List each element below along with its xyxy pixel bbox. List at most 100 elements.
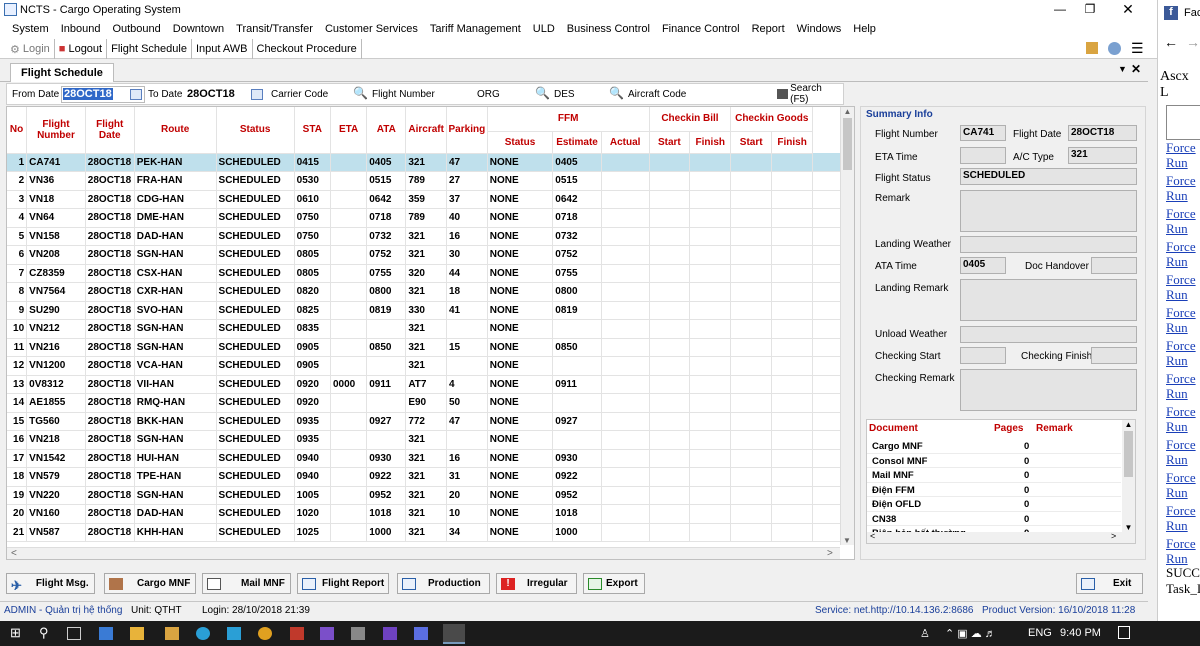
col-header-aircraft[interactable]: Aircraft (405, 107, 447, 154)
mail-mnf-button[interactable]: Mail MNF (202, 573, 291, 594)
summary-checking-finish[interactable] (1091, 347, 1137, 364)
col-header-ffm[interactable]: FFM (487, 107, 650, 132)
table-row[interactable]: 14 AE1855 28OCT18 RMQ-HAN SCHEDULED 0920 E90 50… (7, 393, 854, 413)
menu-downtown[interactable]: Downtown (173, 20, 224, 39)
table-row[interactable]: 16 VN218 28OCT18 SGN-HAN SCHEDULED 0935 321 NON… (7, 430, 854, 450)
col-header-estimate[interactable]: Estimate (552, 131, 602, 154)
irregular-button[interactable]: ! Irregular (496, 573, 577, 594)
run-link[interactable]: Run (1158, 188, 1200, 203)
tab-close-icon[interactable]: ✕ (1131, 62, 1141, 76)
force-run-link[interactable]: Force (1158, 536, 1200, 551)
force-run-link[interactable]: Force (1158, 140, 1200, 155)
col-header-actual[interactable]: Actual (601, 131, 650, 154)
flight-schedule-button[interactable]: Flight Schedule (107, 39, 192, 59)
horizontal-scrollbar[interactable]: < > (7, 547, 840, 559)
skype-icon[interactable] (196, 627, 210, 640)
calendar-icon[interactable] (251, 89, 263, 100)
maximize-button[interactable]: ❐ (1072, 0, 1108, 20)
force-run-link[interactable]: Force (1158, 503, 1200, 518)
col-header-status[interactable]: Status (216, 107, 295, 154)
force-run-link[interactable]: Force (1158, 371, 1200, 386)
force-run-link[interactable]: Force (1158, 437, 1200, 452)
run-link[interactable]: Run (1158, 419, 1200, 434)
flight-number-label[interactable]: Flight Number (372, 89, 435, 100)
document-row[interactable]: Điện OFLD 0 (867, 497, 1121, 512)
table-row[interactable]: 19 VN220 28OCT18 SGN-HAN SCHEDULED 1005 0952 32… (7, 486, 854, 505)
mail-app-icon[interactable] (99, 627, 113, 640)
summary-ata-time[interactable]: 0405 (960, 257, 1006, 274)
table-row[interactable]: 3 VN18 28OCT18 CDG-HAN SCHEDULED 0610 0642 359 3… (7, 190, 854, 209)
forward-icon[interactable]: → (1186, 34, 1200, 50)
force-run-link[interactable]: Force (1158, 173, 1200, 188)
col-header-flight-date[interactable]: Flight Date (85, 107, 135, 154)
documents-horizontal-scrollbar[interactable]: < > (867, 531, 1135, 543)
table-row[interactable]: 6 VN208 28OCT18 SGN-HAN SCHEDULED 0805 0752 321… (7, 245, 854, 265)
settings-icon[interactable] (1108, 42, 1121, 55)
run-link[interactable]: Run (1158, 452, 1200, 467)
tab-list-dropdown-icon[interactable]: ▼ (1118, 64, 1127, 74)
menu-help[interactable]: Help (853, 20, 876, 39)
doc-header-document[interactable]: Document (869, 423, 918, 434)
menu-outbound[interactable]: Outbound (112, 20, 160, 39)
vertical-scrollbar[interactable]: ▲ ▼ (840, 107, 854, 545)
checkout-procedure-button[interactable]: Checkout Procedure (253, 39, 362, 59)
force-run-link[interactable]: Force (1158, 305, 1200, 320)
visual-studio-code-icon[interactable] (383, 627, 397, 640)
document-row[interactable]: CN38 0 (867, 512, 1121, 526)
table-row[interactable]: 20 VN160 28OCT18 DAD-HAN SCHEDULED 1020 1018 32… (7, 504, 854, 524)
search-button[interactable]: Search (F5) (777, 83, 839, 105)
input-language[interactable]: ENG (1028, 627, 1052, 639)
explorer-folder-icon[interactable] (165, 627, 179, 640)
force-run-link[interactable]: Force (1158, 206, 1200, 221)
summary-landing-remark[interactable] (960, 279, 1137, 321)
col-header-bill-finish[interactable]: Finish (689, 131, 732, 154)
col-header-goods-start[interactable]: Start (730, 131, 773, 154)
summary-eta-time[interactable] (960, 147, 1006, 164)
summary-landing-weather[interactable] (960, 236, 1137, 253)
run-link[interactable]: Run (1158, 551, 1200, 566)
force-run-link[interactable]: Force (1158, 404, 1200, 419)
scroll-thumb[interactable] (1124, 431, 1133, 477)
scroll-up-icon[interactable]: ▲ (1122, 420, 1135, 429)
menu-uld[interactable]: ULD (533, 20, 555, 39)
scroll-down-icon[interactable]: ▼ (1122, 523, 1135, 532)
carrier-code-label[interactable]: Carrier Code (271, 89, 328, 100)
table-row[interactable]: 4 VN64 28OCT18 DME-HAN SCHEDULED 0750 0718 789 4… (7, 208, 854, 228)
table-row[interactable]: 1 CA741 28OCT18 PEK-HAN SCHEDULED 0415 0405 321… (7, 153, 854, 172)
notification-icon[interactable] (1118, 626, 1130, 639)
col-header-checkin-goods[interactable]: Checkin Goods (730, 107, 814, 132)
to-date-field[interactable]: 28OCT18 (187, 88, 235, 100)
scroll-up-icon[interactable]: ▲ (841, 107, 854, 116)
clock[interactable]: 9:40 PM (1060, 627, 1101, 639)
col-header-eta[interactable]: ETA (330, 107, 368, 154)
documents-vertical-scrollbar[interactable]: ▲ ▼ (1122, 420, 1135, 532)
run-link[interactable]: Run (1158, 254, 1200, 269)
scroll-thumb[interactable] (843, 118, 852, 170)
document-row[interactable]: Cargo MNF 0 (867, 439, 1121, 454)
summary-flight-number[interactable]: CA741 (960, 125, 1006, 141)
people-icon[interactable]: ♙ (920, 627, 930, 640)
search-icon[interactable]: ⚲ (39, 625, 53, 640)
run-link[interactable]: Run (1158, 155, 1200, 170)
col-header-sta[interactable]: STA (294, 107, 331, 154)
windows-start-icon[interactable]: ⊞ (10, 625, 24, 640)
calculator-icon[interactable] (1086, 42, 1098, 54)
menu-customer-services[interactable]: Customer Services (325, 20, 418, 39)
store-icon[interactable] (227, 627, 241, 640)
table-row[interactable]: 8 VN7564 28OCT18 CXR-HAN SCHEDULED 0820 0800 32… (7, 282, 854, 302)
menu-inbound[interactable]: Inbound (61, 20, 101, 39)
summary-checking-start[interactable] (960, 347, 1006, 364)
summary-unload-weather[interactable] (960, 326, 1137, 343)
app-blue-icon[interactable] (414, 627, 428, 640)
visual-studio-icon[interactable] (320, 627, 334, 640)
menu-system[interactable]: System (12, 20, 49, 39)
table-row[interactable]: 9 SU290 28OCT18 SVO-HAN SCHEDULED 0825 0819 330… (7, 301, 854, 320)
scroll-right-icon[interactable]: > (827, 548, 833, 559)
flight-msg-button[interactable]: ✈ Flight Msg. (6, 573, 95, 594)
hamburger-menu-icon[interactable]: ☰ (1131, 40, 1144, 57)
force-run-link[interactable]: Force (1158, 272, 1200, 287)
col-header-ffm-status[interactable]: Status (487, 131, 554, 154)
doc-header-remark[interactable]: Remark (1036, 423, 1073, 434)
system-tray-icons[interactable]: ⌃ ▣ ☁ ♬ (945, 627, 996, 640)
document-row[interactable]: Consol MNF 0 (867, 454, 1121, 468)
